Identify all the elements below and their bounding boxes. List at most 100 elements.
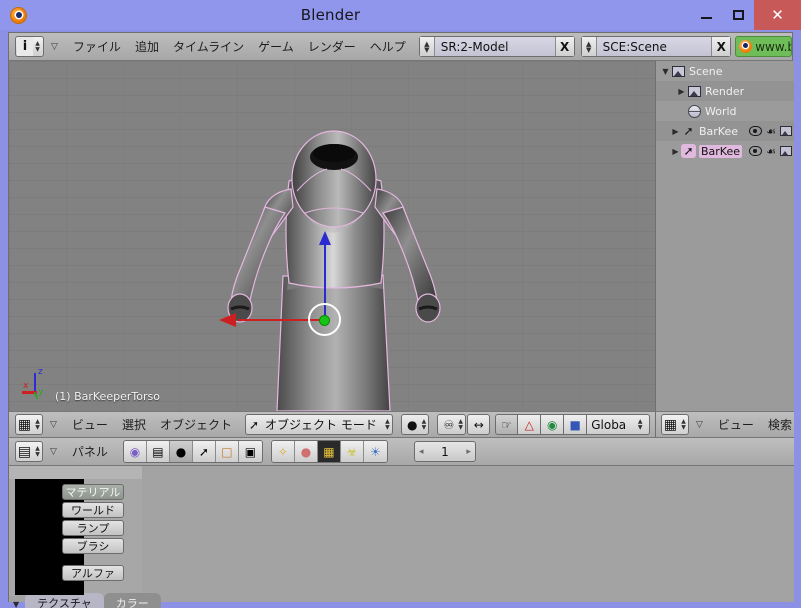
- collapse-tri-icon[interactable]: ▼: [13, 600, 19, 608]
- shading-icon[interactable]: ●: [169, 441, 193, 462]
- grid-3dview-icon: ▦: [17, 416, 32, 433]
- square-icon[interactable]: ■: [564, 414, 588, 435]
- preview-world-button[interactable]: ワールド: [62, 502, 124, 518]
- expand-tri-icon[interactable]: ▶: [670, 147, 681, 156]
- expand-tri-icon[interactable]: ▼: [660, 67, 671, 76]
- viewport-3d[interactable]: z x y (1) BarKeeperTorso: [9, 61, 655, 411]
- object-icon[interactable]: ➚: [192, 441, 216, 462]
- web-link-button[interactable]: www.b: [735, 36, 792, 57]
- menu-object[interactable]: オブジェクト: [153, 416, 239, 433]
- editor-type-selector-3dview[interactable]: ▦ ▲ ▼: [15, 414, 43, 435]
- maximize-button[interactable]: [722, 0, 754, 30]
- collapse-menu-icon[interactable]: ▽: [50, 447, 57, 457]
- lamp-icon[interactable]: ✧: [271, 441, 295, 462]
- frame-next-icon[interactable]: ▸: [466, 447, 471, 457]
- minimize-button[interactable]: [690, 0, 722, 30]
- menu-view[interactable]: ビュー: [711, 416, 761, 433]
- scene-browse-icon[interactable]: ▲ ▼: [581, 37, 597, 56]
- image-icon[interactable]: [780, 126, 792, 136]
- menu-file[interactable]: ファイル: [66, 38, 128, 55]
- radiosity-icon[interactable]: ☣: [340, 441, 364, 462]
- preview-lamp-button[interactable]: ランプ: [62, 520, 124, 536]
- menu-search[interactable]: 検索: [761, 416, 799, 433]
- menu-panel[interactable]: パネル: [65, 443, 115, 460]
- outliner-row-object-2[interactable]: ▶ ➚ BarKee ☙: [656, 141, 794, 161]
- gizmo-center-handle[interactable]: [319, 315, 330, 326]
- spin-arrows-icon: ▲ ▼: [681, 417, 686, 431]
- script-icon[interactable]: ▤: [146, 441, 170, 462]
- outliner-row-scene[interactable]: ▼ Scene: [656, 61, 794, 81]
- world-icon[interactable]: ☀: [363, 441, 387, 462]
- image-icon[interactable]: [780, 146, 792, 156]
- menu-timeline[interactable]: タイムライン: [166, 38, 251, 55]
- texture-panel-tabs: ▼ テクスチャ カラー: [9, 593, 231, 608]
- preview-material-button[interactable]: マテリアル: [62, 484, 124, 500]
- axis-orientation-widget: z x y: [21, 365, 53, 400]
- draw-type-selector[interactable]: ● ▲ ▼: [400, 414, 430, 435]
- preview-brush-button[interactable]: ブラシ: [62, 538, 124, 554]
- menu-view[interactable]: ビュー: [65, 416, 115, 433]
- buttons-window-header: ▤ ▲ ▼ ▽ パネル ◉ ▤ ● ➚ □ ▣ ✧ ● ▦ ☣ ☀ ◂ 1 ▸: [9, 438, 794, 466]
- menu-render[interactable]: レンダー: [301, 38, 363, 55]
- spin-arrows-icon: ▲ ▼: [385, 417, 390, 431]
- texture-icon[interactable]: ▦: [317, 441, 341, 462]
- mode-label: オブジェクト モード: [265, 418, 377, 432]
- outliner-icon: ▦: [663, 416, 678, 433]
- outliner-row-world[interactable]: World: [656, 101, 794, 121]
- menu-game[interactable]: ゲーム: [251, 38, 301, 55]
- pivot-selector[interactable]: ♾ ▲ ▼: [437, 414, 467, 435]
- collapse-menu-icon[interactable]: ▽: [696, 420, 703, 430]
- cursor-icon[interactable]: ☙: [766, 125, 776, 138]
- circle-scale-icon[interactable]: ◉: [541, 414, 565, 435]
- triangle-rotate-icon[interactable]: △: [518, 414, 542, 435]
- editor-type-selector-userprefs[interactable]: i ▲ ▼: [15, 36, 44, 57]
- menu-add[interactable]: 追加: [128, 38, 166, 55]
- texture-panel: ▼ テクスチャ カラー ▲▼ TE:Tex X 🚗 F テクス: [9, 593, 231, 608]
- mode-selector[interactable]: ➚ オブジェクト モード ▲ ▼: [244, 414, 393, 435]
- close-button[interactable]: ✕: [754, 0, 801, 30]
- logic-icon[interactable]: ◉: [123, 441, 147, 462]
- gizmo-x-arrow-icon[interactable]: [219, 313, 236, 327]
- editor-type-selector-outliner[interactable]: ▦ ▲ ▼: [661, 414, 689, 435]
- tab-texture[interactable]: テクスチャ: [25, 593, 104, 608]
- collapse-menu-icon[interactable]: ▽: [51, 42, 58, 52]
- axis-z-label: z: [38, 367, 43, 377]
- scene-icon[interactable]: ▣: [238, 441, 262, 462]
- editing-icon[interactable]: □: [215, 441, 239, 462]
- blender-window: i ▲ ▼ ▽ ファイル 追加 タイムライン ゲーム レンダー ヘルプ ▲ ▼ SR…: [8, 32, 794, 608]
- outliner-panel[interactable]: ▼ Scene ▶ Render World ▶ ➚ BarKee ☙ ▶ ➚ …: [655, 61, 794, 411]
- expand-tri-icon[interactable]: ▶: [676, 87, 687, 96]
- scene-name: SCE:Scene: [602, 39, 667, 54]
- editor-type-selector-buttons[interactable]: ▤ ▲ ▼: [15, 441, 43, 462]
- viewport-object-info: (1) BarKeeperTorso: [55, 390, 160, 403]
- screen-browse-icon[interactable]: ▲ ▼: [419, 37, 435, 56]
- window-title: Blender: [300, 6, 361, 24]
- armature-icon: ➚: [683, 124, 694, 138]
- scene-selector[interactable]: ▲ ▼ SCE:Scene X: [580, 36, 732, 57]
- menu-help[interactable]: ヘルプ: [363, 38, 413, 55]
- preview-alpha-button[interactable]: アルファ: [62, 565, 124, 581]
- current-frame-field[interactable]: ◂ 1 ▸: [413, 441, 476, 462]
- spin-arrows-icon: ▲ ▼: [35, 444, 40, 458]
- eye-icon[interactable]: [749, 146, 763, 156]
- shading-button-group: ✧ ● ▦ ☣ ☀: [270, 440, 388, 463]
- screen-delete-button[interactable]: X: [554, 37, 574, 56]
- screen-selector[interactable]: ▲ ▼ SR:2-Model X: [418, 36, 575, 57]
- proportional-edit-button[interactable]: ↔: [467, 414, 491, 435]
- eye-icon[interactable]: [749, 126, 763, 136]
- tab-colors[interactable]: カラー: [103, 593, 161, 608]
- outliner-row-object-1[interactable]: ▶ ➚ BarKee ☙: [656, 121, 794, 141]
- outliner-row-render[interactable]: ▶ Render: [656, 81, 794, 101]
- viewport-header: ▦ ▲ ▼ ▽ ビュー 選択 オブジェクト ➚ オブジェクト モード ▲ ▼ ● ▲…: [9, 411, 655, 438]
- scene-delete-button[interactable]: X: [711, 37, 731, 56]
- material-icon[interactable]: ●: [294, 441, 318, 462]
- frame-prev-icon[interactable]: ◂: [419, 447, 424, 457]
- collapse-menu-icon[interactable]: ▽: [50, 420, 57, 430]
- expand-tri-icon[interactable]: ▶: [670, 127, 681, 136]
- hand-icon[interactable]: ☞: [495, 414, 519, 435]
- cursor-icon[interactable]: ☙: [766, 145, 776, 158]
- transform-orientation-selector[interactable]: Globa ▲ ▼: [587, 414, 651, 435]
- menu-select[interactable]: 選択: [115, 416, 153, 433]
- outliner-label: Scene: [689, 64, 723, 78]
- transform-orientation-label: Globa: [591, 417, 627, 432]
